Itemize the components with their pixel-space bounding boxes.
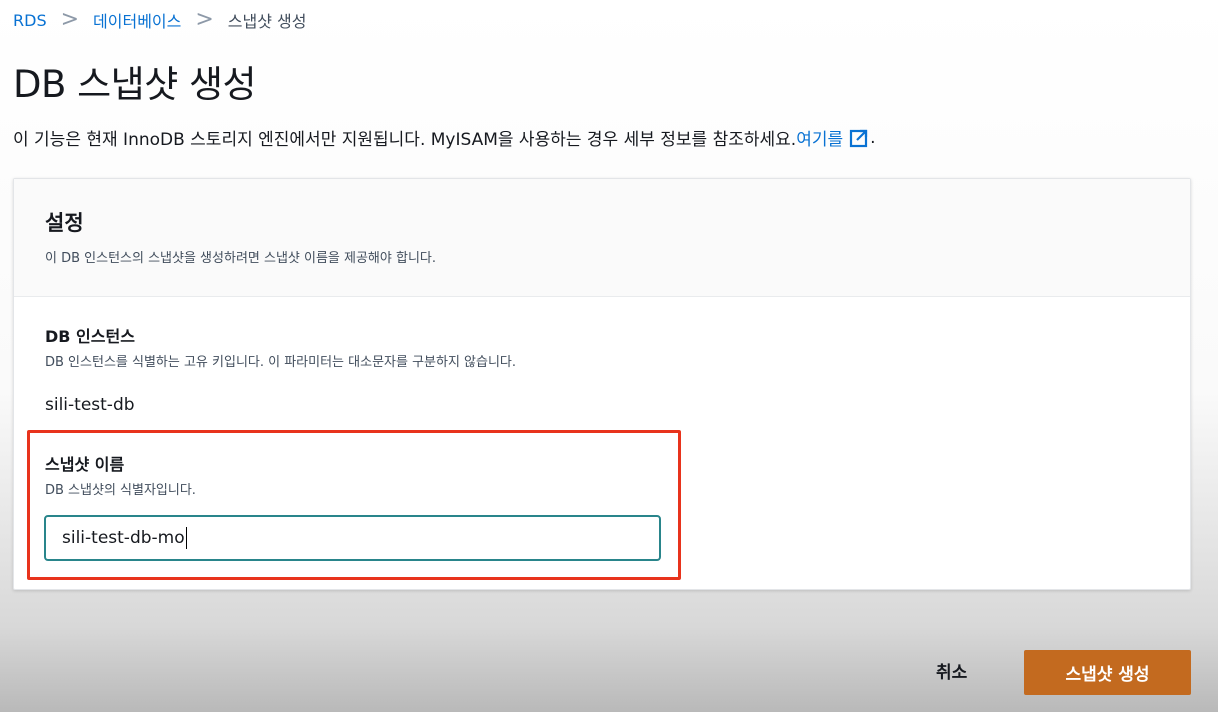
- external-link-icon[interactable]: [849, 128, 869, 148]
- breadcrumb-separator-icon: >: [195, 7, 214, 32]
- description-period: .: [870, 127, 876, 148]
- db-instance-description: DB 인스턴스를 식별하는 고유 키입니다. 이 파라미터는 대소문자를 구분하…: [45, 355, 517, 370]
- text-caret: [185, 527, 187, 549]
- settings-panel: 설정 이 DB 인스턴스의 스냅샷을 생성하려면 스냅샷 이름을 제공해야 합니…: [13, 178, 1191, 590]
- breadcrumb-databases[interactable]: 데이터베이스: [93, 8, 181, 32]
- create-snapshot-button[interactable]: 스냅샷 생성: [1024, 650, 1191, 695]
- page-description: 이 기능은 현재 InnoDB 스토리지 엔진에서만 지원됩니다. MyISAM…: [13, 125, 876, 151]
- snapshot-name-label: 스냅샷 이름: [45, 455, 125, 474]
- description-text: 이 기능은 현재 InnoDB 스토리지 엔진에서만 지원됩니다. MyISAM…: [13, 130, 797, 150]
- db-instance-value: sili-test-db: [45, 395, 135, 415]
- breadcrumb-separator-icon: >: [60, 7, 80, 32]
- breadcrumb-current: 스냅샷 생성: [227, 12, 307, 31]
- page-title: DB 스냅샷 생성: [13, 63, 257, 106]
- snapshot-name-input[interactable]: sili-test-db-mo: [44, 515, 661, 561]
- settings-subtitle: 이 DB 인스턴스의 스냅샷을 생성하려면 스냅샷 이름을 제공해야 합니다.: [45, 251, 436, 266]
- details-link[interactable]: 여기를: [796, 125, 843, 150]
- settings-header: 설정 이 DB 인스턴스의 스냅샷을 생성하려면 스냅샷 이름을 제공해야 합니…: [14, 179, 1190, 297]
- breadcrumb: RDS > 데이터베이스 > 스냅샷 생성: [13, 8, 306, 32]
- snapshot-name-field: 스냅샷 이름 DB 스냅샷의 식별자입니다.: [45, 451, 196, 498]
- db-instance-label: DB 인스턴스: [45, 327, 135, 346]
- snapshot-name-input-value: sili-test-db-mo: [62, 528, 185, 548]
- settings-title: 설정: [45, 211, 84, 235]
- db-instance-field: DB 인스턴스 DB 인스턴스를 식별하는 고유 키입니다. 이 파라미터는 대…: [45, 323, 516, 415]
- cancel-button[interactable]: 취소: [936, 658, 967, 683]
- snapshot-name-description: DB 스냅샷의 식별자입니다.: [45, 483, 196, 498]
- breadcrumb-rds[interactable]: RDS: [13, 11, 47, 30]
